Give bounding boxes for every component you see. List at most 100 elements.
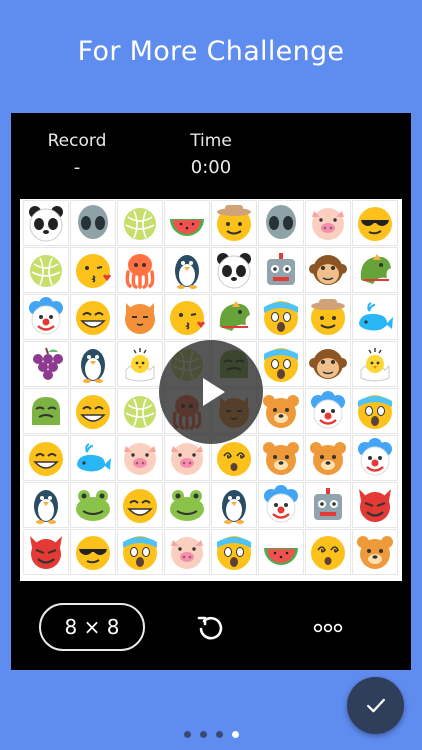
tile[interactable] (212, 483, 256, 527)
tile[interactable] (306, 342, 350, 386)
tile[interactable] (212, 201, 256, 245)
restart-icon[interactable] (195, 613, 225, 643)
tile[interactable] (71, 201, 115, 245)
melon-icon (30, 255, 62, 287)
pig-icon (124, 443, 156, 475)
tile[interactable] (353, 389, 397, 433)
kiss-icon (76, 254, 111, 288)
tile[interactable] (259, 248, 303, 292)
scream-icon (264, 348, 298, 382)
tile[interactable] (259, 483, 303, 527)
tile[interactable] (71, 530, 115, 574)
tile[interactable] (24, 342, 68, 386)
grin-icon (29, 442, 63, 476)
tile[interactable] (306, 295, 350, 339)
tile[interactable] (165, 530, 209, 574)
tile[interactable] (24, 201, 68, 245)
page-dot[interactable] (184, 731, 191, 738)
tile[interactable] (118, 530, 162, 574)
more-options-icon[interactable] (313, 618, 343, 638)
tile[interactable] (24, 248, 68, 292)
dizzy-icon (311, 536, 345, 570)
tile[interactable] (71, 295, 115, 339)
time-label: Time (190, 131, 232, 151)
tile[interactable] (353, 436, 397, 480)
bear-icon (310, 442, 346, 475)
board-size-button[interactable]: 8 × 8 (39, 603, 145, 651)
tile[interactable] (118, 295, 162, 339)
tile[interactable] (259, 201, 303, 245)
tile[interactable] (306, 201, 350, 245)
whale-icon (359, 302, 393, 331)
tile[interactable] (24, 483, 68, 527)
tile[interactable] (24, 530, 68, 574)
tile[interactable] (165, 201, 209, 245)
tile[interactable] (71, 342, 115, 386)
tile[interactable] (165, 248, 209, 292)
tile[interactable] (306, 483, 350, 527)
alien-icon (78, 205, 108, 239)
dragon-icon (219, 301, 250, 331)
record-value: - (73, 157, 81, 178)
tile[interactable] (212, 530, 256, 574)
record-label: Record (47, 131, 107, 151)
panda-icon (217, 253, 251, 289)
tile[interactable] (212, 248, 256, 292)
page-dot[interactable] (200, 731, 207, 738)
frog-icon (170, 490, 204, 521)
dragon-icon (360, 254, 391, 284)
devil-icon (30, 536, 62, 569)
tile[interactable] (259, 389, 303, 433)
robot-icon (314, 488, 342, 520)
tile[interactable] (24, 389, 68, 433)
kiss-icon (170, 301, 205, 335)
tile[interactable] (353, 483, 397, 527)
tile[interactable] (71, 483, 115, 527)
tile[interactable] (353, 201, 397, 245)
play-button[interactable] (159, 340, 263, 444)
tile[interactable] (24, 295, 68, 339)
tile[interactable] (118, 342, 162, 386)
tile[interactable] (118, 483, 162, 527)
tile[interactable] (118, 389, 162, 433)
play-icon (203, 378, 225, 406)
panda-icon (29, 206, 63, 242)
tile[interactable] (306, 389, 350, 433)
tile[interactable] (118, 201, 162, 245)
cat-icon (125, 303, 155, 334)
bear-icon (263, 442, 299, 475)
tile[interactable] (306, 530, 350, 574)
tile[interactable] (71, 389, 115, 433)
tile[interactable] (71, 248, 115, 292)
tile[interactable] (353, 342, 397, 386)
page-dot[interactable] (232, 731, 239, 738)
checkmark-icon (366, 698, 385, 712)
tile[interactable] (71, 436, 115, 480)
tile[interactable] (165, 295, 209, 339)
watermelon-icon (264, 548, 298, 565)
tile[interactable] (259, 342, 303, 386)
grin-icon (76, 301, 110, 335)
tile[interactable] (212, 295, 256, 339)
penguin-icon (175, 255, 199, 289)
tile[interactable] (353, 295, 397, 339)
tile[interactable] (306, 248, 350, 292)
pig-icon (312, 208, 344, 240)
tile[interactable] (353, 530, 397, 574)
devil-icon (359, 489, 391, 522)
tile[interactable] (24, 436, 68, 480)
whale-icon (77, 443, 111, 472)
tile[interactable] (259, 436, 303, 480)
page-dot[interactable] (216, 731, 223, 738)
confirm-button[interactable] (347, 677, 404, 734)
pig-icon (171, 537, 203, 569)
monkey-icon (309, 255, 347, 285)
tile[interactable] (259, 295, 303, 339)
tile[interactable] (118, 248, 162, 292)
sunglasses-icon (76, 536, 110, 570)
tile[interactable] (118, 436, 162, 480)
tile[interactable] (306, 436, 350, 480)
tile[interactable] (259, 530, 303, 574)
tile[interactable] (353, 248, 397, 292)
tile[interactable] (165, 483, 209, 527)
